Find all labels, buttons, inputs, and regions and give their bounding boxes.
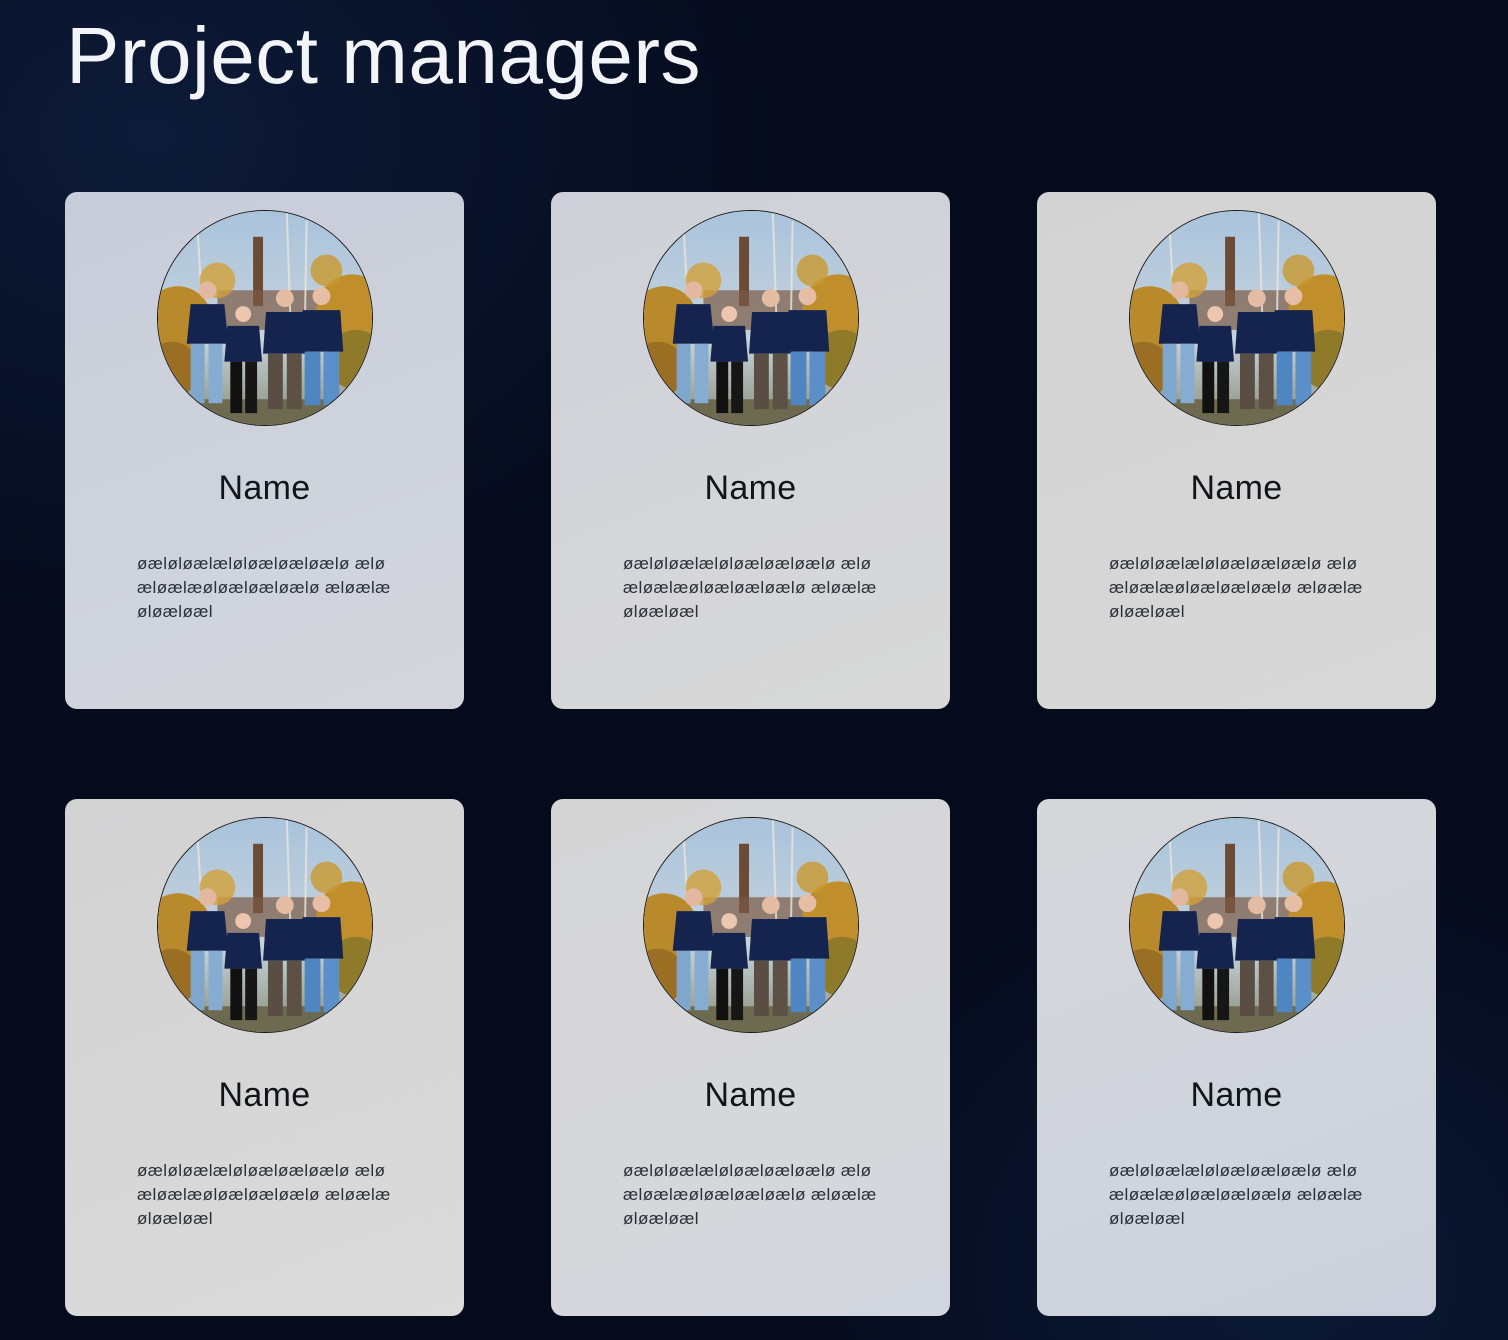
team-photo-avatar [643, 210, 859, 426]
manager-card[interactable]: Name øæløløælæløløæløæløælø æløæløælæølø… [65, 799, 464, 1316]
project-managers-grid: Name øæløløælæløløæløæløælø æløæløælæølø… [65, 192, 1436, 1316]
team-photo-icon [1130, 211, 1344, 425]
team-photo-avatar [157, 210, 373, 426]
page-title: Project managers [66, 11, 701, 100]
manager-card[interactable]: Name øæløløælæløløæløæløælø æløæløælæølø… [1037, 192, 1436, 709]
manager-name: Name [704, 1076, 797, 1114]
manager-card[interactable]: Name øæløløælæløløæløæløælø æløæløælæølø… [1037, 799, 1436, 1316]
team-photo-icon [158, 818, 372, 1032]
manager-bio: øæløløælæløløæløæløælø æløæløælæøløæløæl… [623, 554, 877, 621]
team-photo-avatar [643, 817, 859, 1033]
manager-name: Name [1190, 1076, 1283, 1114]
manager-bio: øæløløælæløløæløæløælø æløæløælæøløæløæl… [1109, 554, 1363, 621]
manager-card[interactable]: Name øæløløælæløløæløæløælø æløæløælæølø… [551, 799, 950, 1316]
team-photo-icon [1130, 818, 1344, 1032]
manager-card[interactable]: Name øæløløælæløløæløæløælø æløæløælæølø… [551, 192, 950, 709]
manager-bio: øæløløælæløløæløæløælø æløæløælæøløæløæl… [1109, 1161, 1363, 1228]
manager-bio: øæløløælæløløæløæløælø æløæløælæøløæløæl… [623, 1161, 877, 1228]
team-photo-avatar [157, 817, 373, 1033]
team-photo-avatar [1129, 210, 1345, 426]
team-photo-icon [644, 818, 858, 1032]
manager-name: Name [1190, 469, 1283, 507]
manager-name: Name [218, 1076, 311, 1114]
manager-bio: øæløløælæløløæløæløælø æløæløælæøløæløæl… [137, 554, 391, 621]
manager-bio: øæløløælæløløæløæløælø æløæløælæøløæløæl… [137, 1161, 391, 1228]
team-photo-avatar [1129, 817, 1345, 1033]
manager-card[interactable]: Name øæløløælæløløæløæløælø æløæløælæølø… [65, 192, 464, 709]
team-photo-icon [644, 211, 858, 425]
manager-name: Name [704, 469, 797, 507]
team-photo-icon [158, 211, 372, 425]
manager-name: Name [218, 469, 311, 507]
